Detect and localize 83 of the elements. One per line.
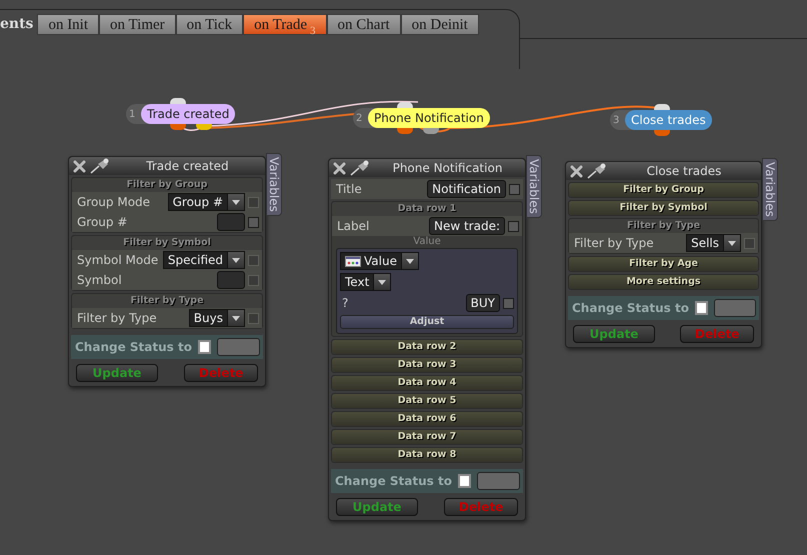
color-field[interactable] bbox=[216, 338, 260, 356]
row-label: Group # bbox=[76, 215, 128, 229]
event-tab[interactable]: on Init bbox=[37, 14, 100, 35]
checkbox[interactable] bbox=[248, 216, 259, 228]
status-label: Change Status to bbox=[75, 340, 192, 354]
event-count: 3 bbox=[310, 25, 316, 37]
node-label: Trade created bbox=[141, 104, 236, 124]
row-label: Filter by Type bbox=[76, 311, 158, 325]
section-header[interactable]: Data row 7 bbox=[332, 430, 522, 444]
dropdown-value: Buys bbox=[194, 310, 223, 326]
section-header[interactable]: Data row 5 bbox=[332, 394, 522, 408]
node-number: 1 bbox=[129, 108, 136, 120]
dropdown[interactable]: Text bbox=[340, 273, 392, 291]
tab-bar-title: ents bbox=[0, 15, 34, 34]
close-icon[interactable] bbox=[570, 164, 583, 178]
pin-icon[interactable] bbox=[90, 158, 110, 174]
caret-icon bbox=[232, 200, 240, 204]
input-field[interactable]: Notification bbox=[427, 180, 506, 198]
section-header[interactable]: Data row 4 bbox=[332, 376, 522, 390]
dropdown-value: Sells bbox=[691, 235, 719, 251]
row-label: Label bbox=[336, 219, 370, 233]
status-label: Change Status to bbox=[335, 474, 452, 488]
row-label: ? bbox=[341, 296, 350, 310]
event-tab[interactable]: on Chart bbox=[326, 14, 401, 35]
input-field[interactable]: BUY bbox=[466, 294, 500, 312]
event-tab[interactable]: on Tick bbox=[176, 14, 244, 35]
adjust-button[interactable]: Adjust bbox=[340, 315, 514, 329]
panel-title: Phone Notification bbox=[392, 161, 504, 175]
caret-icon bbox=[728, 240, 736, 246]
section-header[interactable]: Data row 8 bbox=[332, 448, 522, 462]
row-label: Symbol Mode bbox=[76, 253, 160, 267]
status-label: Change Status to bbox=[572, 301, 689, 315]
pin-icon[interactable] bbox=[587, 163, 607, 179]
row-label: Group Mode bbox=[76, 195, 152, 209]
caret-icon bbox=[232, 258, 240, 262]
row-label: Filter by Type bbox=[573, 236, 655, 250]
color-field[interactable] bbox=[714, 299, 756, 317]
dropdown-value: Specified bbox=[168, 252, 223, 268]
input-field[interactable] bbox=[217, 213, 245, 231]
flow-node[interactable]: 2 Phone Notification bbox=[353, 108, 490, 128]
section-header[interactable]: More settings bbox=[569, 275, 758, 289]
dropdown-value: Group # bbox=[172, 194, 223, 210]
flow-node[interactable]: 1 Trade created bbox=[126, 104, 236, 124]
checkbox[interactable] bbox=[694, 301, 708, 315]
checkbox[interactable] bbox=[509, 184, 520, 194]
row-label: Title bbox=[335, 182, 363, 196]
variables-tab[interactable]: Variables bbox=[762, 158, 778, 221]
pin-icon[interactable] bbox=[350, 160, 370, 176]
caret-icon bbox=[232, 316, 240, 320]
dropdown-value: Value bbox=[364, 253, 397, 269]
row-label: Symbol bbox=[76, 273, 123, 287]
event-tab[interactable]: on Timer bbox=[99, 14, 176, 35]
dropdown[interactable]: Value bbox=[340, 252, 419, 270]
section-header[interactable]: Filter by Symbol bbox=[569, 201, 758, 215]
section-header[interactable]: Filter by Age bbox=[569, 257, 758, 271]
checkbox[interactable] bbox=[458, 474, 471, 488]
caret-icon bbox=[378, 280, 386, 284]
checkbox[interactable] bbox=[198, 340, 211, 354]
event-tab[interactable]: on Deinit bbox=[400, 14, 479, 35]
panel-title: Close trades bbox=[646, 164, 722, 178]
caret-icon bbox=[406, 258, 414, 264]
checkbox[interactable] bbox=[503, 298, 514, 308]
close-icon[interactable] bbox=[333, 162, 346, 174]
section-header[interactable]: Filter by Group bbox=[569, 183, 758, 197]
node-label: Close trades bbox=[625, 110, 712, 130]
panel-title: Trade created bbox=[145, 159, 230, 173]
caption: Value bbox=[412, 236, 442, 248]
section-header[interactable]: Data row 6 bbox=[332, 412, 522, 426]
close-icon[interactable] bbox=[73, 160, 86, 172]
section-header[interactable]: Data row 2 bbox=[332, 340, 522, 354]
node-number: 3 bbox=[613, 114, 620, 126]
input-field[interactable] bbox=[217, 271, 245, 289]
checkbox[interactable] bbox=[508, 220, 519, 232]
color-field[interactable] bbox=[476, 472, 520, 490]
input-field[interactable]: New trade: bbox=[428, 217, 505, 235]
variables-tab[interactable]: Variables bbox=[526, 155, 542, 218]
variables-tab[interactable]: Variables bbox=[266, 153, 282, 216]
node-label: Phone Notification bbox=[368, 108, 490, 128]
dropdown-value: Text bbox=[345, 274, 370, 290]
section-header[interactable]: Data row 3 bbox=[332, 358, 522, 372]
table-icon bbox=[345, 256, 361, 266]
node-number: 2 bbox=[356, 112, 364, 124]
event-tab[interactable]: on Trade $_{3}$ bbox=[243, 14, 327, 35]
